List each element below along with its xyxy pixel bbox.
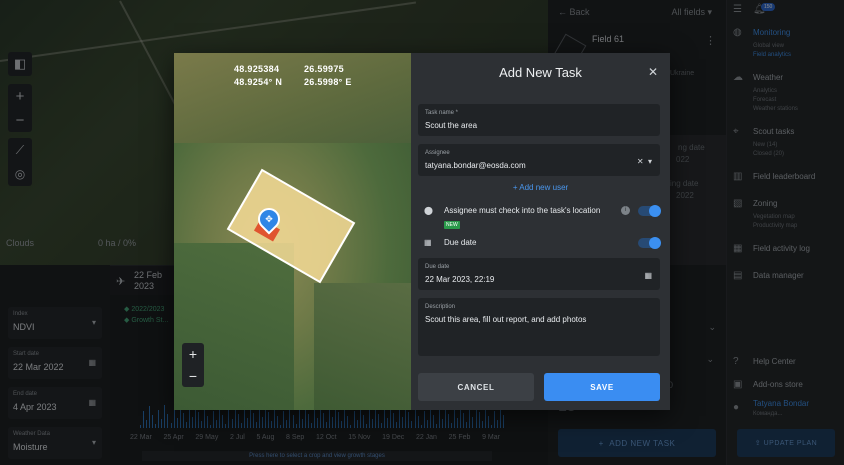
map-patch <box>314 283 411 410</box>
location-icon: ⬤ <box>424 206 433 215</box>
calendar-icon[interactable]: ▦ <box>644 271 652 280</box>
due-date-value: 22 Mar 2023, 22:19 <box>425 275 495 284</box>
longitude-value: 26.59975 <box>304 64 344 74</box>
dialog-zoom-control: + − <box>182 343 204 387</box>
longitude-degrees: 26.5998° E <box>304 77 352 87</box>
checkin-label: Assignee must check into the task's loca… <box>444 206 601 215</box>
checkin-toggle[interactable] <box>638 205 661 217</box>
info-icon[interactable]: i <box>621 206 630 215</box>
coordinates-readout: 48.925384 26.59975 48.9254° N 26.5998° E <box>234 63 374 89</box>
assignee-label: Assignee <box>425 150 450 156</box>
task-location-map[interactable]: 48.925384 26.59975 48.9254° N 26.5998° E ✥… <box>174 53 411 410</box>
zoom-in-icon[interactable]: + <box>182 343 204 365</box>
latitude-value: 48.925384 <box>234 64 280 74</box>
add-task-dialog: 48.925384 26.59975 48.9254° N 26.5998° E ✥… <box>174 53 670 410</box>
zoom-out-icon[interactable]: − <box>182 365 204 387</box>
dialog-title: Add New Task <box>499 65 582 80</box>
due-date-toggle-label: Due date <box>444 238 477 247</box>
due-date-field[interactable]: Due date 22 Mar 2023, 22:19 ▦ <box>418 258 660 290</box>
app-root: ◧ + − ⟋ ◎ Clouds 0 ha / 0% ▦ ‹ ☁ ▬ ✈ 22 … <box>0 0 844 465</box>
task-name-value: Scout the area <box>425 121 478 130</box>
description-label: Description <box>425 304 456 310</box>
calendar-icon: ▦ <box>424 238 432 247</box>
close-icon[interactable]: ✕ <box>648 65 658 79</box>
due-date-row: ▦ Due date <box>418 235 661 253</box>
checkin-row: ⬤ Assignee must check into the task's lo… <box>418 203 661 229</box>
due-date-toggle[interactable] <box>638 237 661 249</box>
due-date-label: Due date <box>425 264 450 270</box>
save-button[interactable]: SAVE <box>544 373 660 401</box>
assignee-select[interactable]: Assignee tatyana.bondar@eosda.com ✕ ▾ <box>418 144 660 176</box>
description-value: Scout this area, fill out report, and ad… <box>425 315 587 324</box>
task-form: Add New Task ✕ Task name * Scout the are… <box>411 53 670 410</box>
assignee-value: tatyana.bondar@eosda.com <box>425 161 526 170</box>
add-new-user-link[interactable]: + Add new user <box>411 183 670 192</box>
clear-and-caret-icon[interactable]: ✕ ▾ <box>637 157 652 166</box>
task-name-field[interactable]: Task name * Scout the area <box>418 104 660 136</box>
task-name-label: Task name * <box>425 110 459 116</box>
description-field[interactable]: Description Scout this area, fill out re… <box>418 298 660 356</box>
toggle-knob <box>649 205 661 217</box>
toggle-knob <box>649 237 661 249</box>
new-badge: NEW <box>444 221 460 229</box>
move-icon: ✥ <box>265 214 273 224</box>
latitude-degrees: 48.9254° N <box>234 77 283 87</box>
cancel-button[interactable]: CANCEL <box>418 373 534 401</box>
